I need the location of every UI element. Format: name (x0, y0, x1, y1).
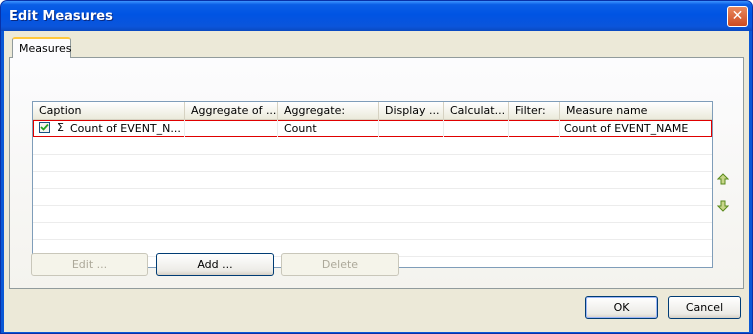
column-header-calculated[interactable]: Calculat... (444, 102, 509, 119)
column-header-measure-name[interactable]: Measure name (560, 102, 712, 119)
table-row-empty (33, 155, 712, 172)
table-row-empty (33, 189, 712, 206)
arrow-down-icon[interactable] (717, 200, 729, 212)
delete-button[interactable]: Delete (281, 253, 399, 276)
cell-filter[interactable] (509, 120, 560, 137)
table-row-empty (33, 138, 712, 155)
column-header-aggregate-of[interactable]: Aggregate of ... (185, 102, 278, 119)
column-header-filter[interactable]: Filter: (509, 102, 560, 119)
column-header-caption[interactable]: Caption (33, 102, 185, 119)
row-checkbox[interactable] (39, 122, 50, 133)
edit-button[interactable]: Edit ... (31, 253, 148, 276)
checkmark-icon (40, 123, 49, 131)
caption-text: Count of EVENT_N... (70, 122, 181, 135)
table-row-empty (33, 223, 712, 240)
table-row[interactable]: Σ Count of EVENT_N... Count Count of EVE… (33, 120, 712, 137)
cancel-button[interactable]: Cancel (668, 296, 741, 319)
table-row-empty (33, 172, 712, 189)
table-row-empty (33, 206, 712, 223)
arrow-up-icon[interactable] (717, 173, 729, 185)
close-icon[interactable]: ✕ (727, 6, 748, 27)
cell-measure-name[interactable]: Count of EVENT_NAME (560, 120, 712, 137)
tab-panel: Caption Aggregate of ... Aggregate: Disp… (9, 57, 744, 289)
cell-aggregate-of[interactable] (185, 120, 278, 137)
dialog-title: Edit Measures (9, 9, 113, 24)
grid-header: Caption Aggregate of ... Aggregate: Disp… (33, 102, 712, 120)
cell-aggregate[interactable]: Count (278, 120, 379, 137)
cell-caption: Σ Count of EVENT_N... (33, 120, 185, 137)
tab-measures-label: Measures (19, 42, 72, 55)
sigma-icon: Σ (57, 121, 64, 134)
cell-display[interactable] (379, 120, 444, 137)
cell-calculated[interactable] (444, 120, 509, 137)
add-button[interactable]: Add ... (156, 253, 274, 276)
edit-measures-dialog: Edit Measures ✕ Measures Caption Aggrega… (0, 0, 753, 334)
tab-measures[interactable]: Measures (12, 37, 71, 58)
measures-grid[interactable]: Caption Aggregate of ... Aggregate: Disp… (32, 101, 713, 268)
dialog-client-area: Measures Caption Aggregate of ... Aggreg… (4, 31, 749, 332)
title-bar[interactable]: Edit Measures ✕ (1, 1, 752, 31)
ok-button[interactable]: OK (585, 296, 658, 319)
column-header-aggregate[interactable]: Aggregate: (278, 102, 379, 119)
column-header-display[interactable]: Display ... (379, 102, 444, 119)
